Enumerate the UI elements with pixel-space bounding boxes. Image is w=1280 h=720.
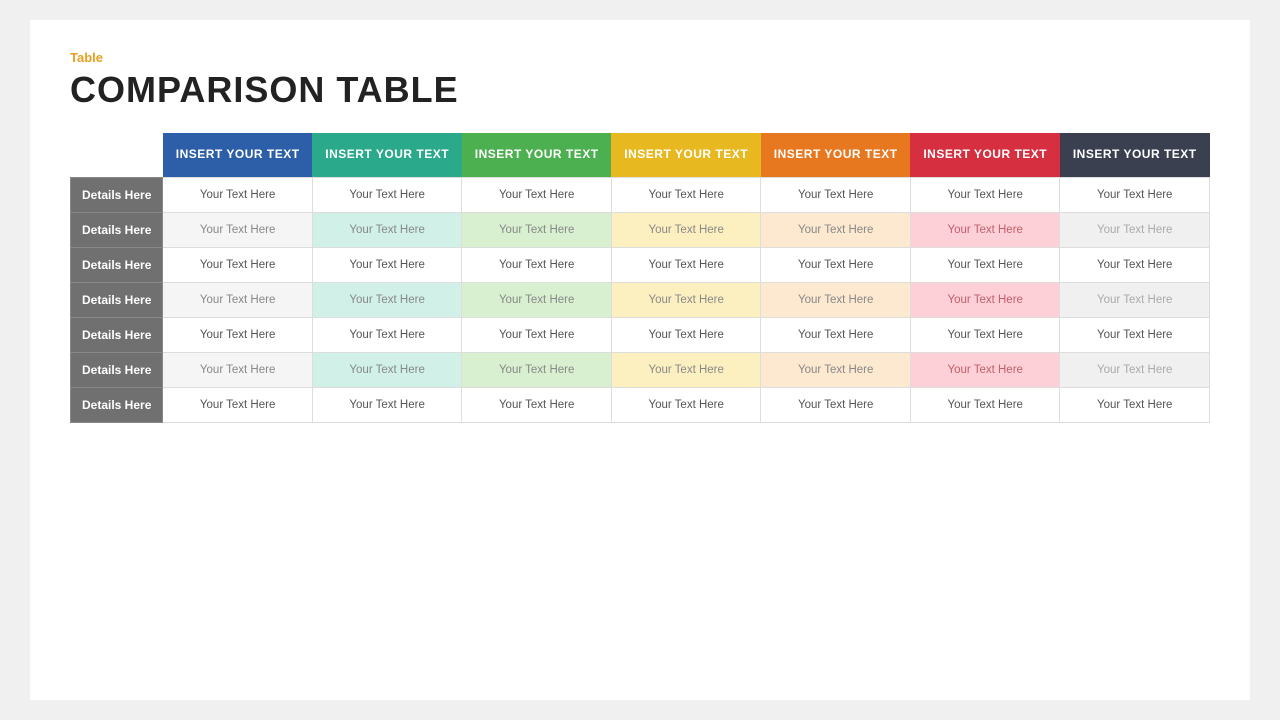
table-row: Details HereYour Text HereYour Text Here…: [71, 352, 1210, 387]
cell-0-3: Your Text Here: [611, 177, 761, 212]
cell-4-0: Your Text Here: [163, 317, 313, 352]
table-row: Details HereYour Text HereYour Text Here…: [71, 247, 1210, 282]
cell-6-3: Your Text Here: [611, 387, 761, 422]
cell-6-5: Your Text Here: [910, 387, 1060, 422]
cell-5-6: Your Text Here: [1060, 352, 1210, 387]
cell-2-2: Your Text Here: [462, 247, 612, 282]
table-row: Details HereYour Text HereYour Text Here…: [71, 317, 1210, 352]
cell-5-4: Your Text Here: [761, 352, 911, 387]
header-row: INSERT YOUR TEXTINSERT YOUR TEXTINSERT Y…: [71, 133, 1210, 177]
cell-3-1: Your Text Here: [312, 282, 462, 317]
cell-3-6: Your Text Here: [1060, 282, 1210, 317]
cell-6-4: Your Text Here: [761, 387, 911, 422]
cell-3-5: Your Text Here: [910, 282, 1060, 317]
header-col-4: INSERT YOUR TEXT: [761, 133, 911, 177]
cell-0-2: Your Text Here: [462, 177, 612, 212]
row-label-6: Details Here: [71, 387, 163, 422]
cell-6-0: Your Text Here: [163, 387, 313, 422]
cell-2-3: Your Text Here: [611, 247, 761, 282]
cell-3-4: Your Text Here: [761, 282, 911, 317]
header-col-3: INSERT YOUR TEXT: [611, 133, 761, 177]
cell-5-5: Your Text Here: [910, 352, 1060, 387]
cell-2-0: Your Text Here: [163, 247, 313, 282]
main-title: COMPARISON TABLE: [70, 69, 1210, 111]
tag-label: Table: [70, 50, 1210, 65]
row-label-3: Details Here: [71, 282, 163, 317]
cell-1-3: Your Text Here: [611, 212, 761, 247]
row-label-4: Details Here: [71, 317, 163, 352]
cell-2-1: Your Text Here: [312, 247, 462, 282]
cell-5-0: Your Text Here: [163, 352, 313, 387]
cell-0-1: Your Text Here: [312, 177, 462, 212]
header-col-1: INSERT YOUR TEXT: [312, 133, 462, 177]
cell-6-6: Your Text Here: [1060, 387, 1210, 422]
table-body: Details HereYour Text HereYour Text Here…: [71, 177, 1210, 422]
cell-1-1: Your Text Here: [312, 212, 462, 247]
cell-0-0: Your Text Here: [163, 177, 313, 212]
cell-3-2: Your Text Here: [462, 282, 612, 317]
cell-1-4: Your Text Here: [761, 212, 911, 247]
cell-4-4: Your Text Here: [761, 317, 911, 352]
table-row: Details HereYour Text HereYour Text Here…: [71, 387, 1210, 422]
cell-2-4: Your Text Here: [761, 247, 911, 282]
cell-5-1: Your Text Here: [312, 352, 462, 387]
slide: Table COMPARISON TABLE INSERT YOUR TEXTI…: [30, 20, 1250, 700]
row-label-5: Details Here: [71, 352, 163, 387]
cell-4-6: Your Text Here: [1060, 317, 1210, 352]
cell-3-3: Your Text Here: [611, 282, 761, 317]
comparison-table: INSERT YOUR TEXTINSERT YOUR TEXTINSERT Y…: [70, 133, 1210, 423]
cell-1-0: Your Text Here: [163, 212, 313, 247]
row-label-1: Details Here: [71, 212, 163, 247]
cell-3-0: Your Text Here: [163, 282, 313, 317]
corner-cell: [71, 133, 163, 177]
cell-1-2: Your Text Here: [462, 212, 612, 247]
table-container: INSERT YOUR TEXTINSERT YOUR TEXTINSERT Y…: [70, 133, 1210, 423]
cell-6-1: Your Text Here: [312, 387, 462, 422]
cell-0-4: Your Text Here: [761, 177, 911, 212]
cell-4-5: Your Text Here: [910, 317, 1060, 352]
table-row: Details HereYour Text HereYour Text Here…: [71, 177, 1210, 212]
row-label-0: Details Here: [71, 177, 163, 212]
cell-1-6: Your Text Here: [1060, 212, 1210, 247]
header-col-6: INSERT YOUR TEXT: [1060, 133, 1210, 177]
table-row: Details HereYour Text HereYour Text Here…: [71, 212, 1210, 247]
table-row: Details HereYour Text HereYour Text Here…: [71, 282, 1210, 317]
cell-4-2: Your Text Here: [462, 317, 612, 352]
cell-1-5: Your Text Here: [910, 212, 1060, 247]
header-col-5: INSERT YOUR TEXT: [910, 133, 1060, 177]
cell-0-6: Your Text Here: [1060, 177, 1210, 212]
cell-6-2: Your Text Here: [462, 387, 612, 422]
header-col-0: INSERT YOUR TEXT: [163, 133, 313, 177]
header-col-2: INSERT YOUR TEXT: [462, 133, 612, 177]
cell-2-5: Your Text Here: [910, 247, 1060, 282]
cell-4-3: Your Text Here: [611, 317, 761, 352]
cell-0-5: Your Text Here: [910, 177, 1060, 212]
cell-5-3: Your Text Here: [611, 352, 761, 387]
cell-5-2: Your Text Here: [462, 352, 612, 387]
row-label-2: Details Here: [71, 247, 163, 282]
cell-4-1: Your Text Here: [312, 317, 462, 352]
cell-2-6: Your Text Here: [1060, 247, 1210, 282]
